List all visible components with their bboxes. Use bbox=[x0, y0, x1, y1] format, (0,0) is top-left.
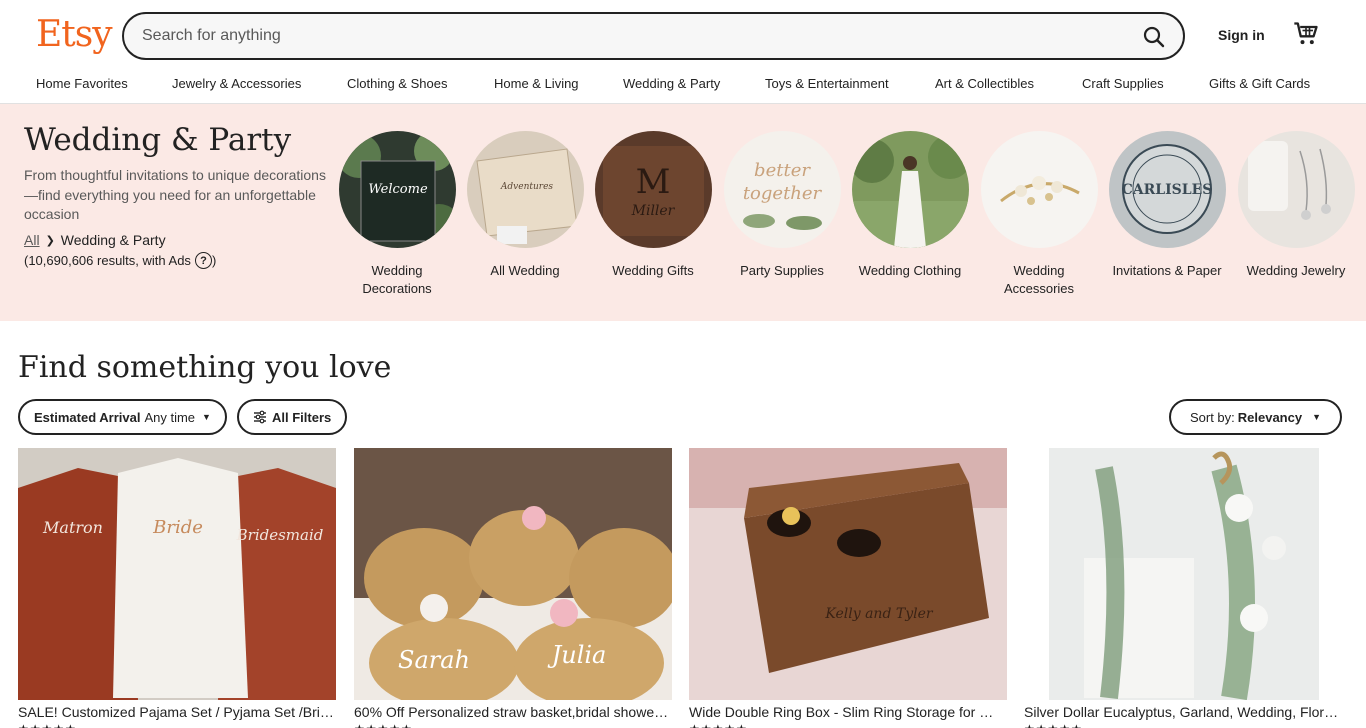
cart-icon bbox=[1294, 22, 1318, 45]
banner-description: From thoughtful invitations to unique de… bbox=[24, 167, 326, 222]
category-wedding-jewelry[interactable]: Wedding Jewelry bbox=[1234, 131, 1358, 280]
listing-image[interactable]: Sarah Julia bbox=[354, 448, 672, 700]
svg-text:together: together bbox=[742, 183, 822, 204]
help-icon[interactable]: ? bbox=[194, 252, 212, 269]
listing-title[interactable]: SALE! Customized Pajama Set / Pyjama Set… bbox=[18, 704, 334, 720]
svg-text:Bride: Bride bbox=[152, 517, 203, 538]
listing-card[interactable]: Silver Dollar Eucalyptus, Garland, Weddi… bbox=[1024, 448, 1342, 728]
results-close: ) bbox=[211, 253, 217, 268]
svg-text:Sarah: Sarah bbox=[398, 646, 470, 674]
sort-label: Sort by: bbox=[1189, 409, 1235, 425]
sort-dropdown[interactable]: Sort by: Relevancy ▼ bbox=[1169, 399, 1342, 435]
category-label: Wedding Clothing bbox=[858, 263, 962, 278]
rating-stars: ★★★★★ bbox=[18, 722, 336, 728]
svg-text:M: M bbox=[635, 162, 670, 202]
category-invitations-paper[interactable]: CARLISLES Invitations & Paper bbox=[1105, 131, 1229, 280]
nav-art-collectibles[interactable]: Art & Collectibles bbox=[935, 76, 1034, 91]
svg-text:Welcome: Welcome bbox=[368, 182, 428, 197]
listing-title[interactable]: Wide Double Ring Box - Slim Ring Storage… bbox=[689, 704, 1005, 720]
results-count: (10,690,606 results, with Ads ? ) bbox=[24, 252, 216, 269]
nav-clothing-shoes[interactable]: Clothing & Shoes bbox=[347, 76, 447, 91]
etsy-logo[interactable]: Etsy bbox=[36, 14, 113, 55]
category-wedding-clothing[interactable]: Wedding Clothing bbox=[848, 131, 972, 280]
sign-in-link[interactable]: Sign in bbox=[1218, 27, 1265, 43]
breadcrumb-all[interactable]: All bbox=[24, 232, 40, 248]
caret-down-icon: ▼ bbox=[1312, 412, 1322, 422]
category-label: Wedding Gifts bbox=[612, 263, 694, 278]
listing-image[interactable]: Kelly and Tyler bbox=[689, 448, 1007, 700]
category-wedding-accessories[interactable]: Wedding Accessories bbox=[977, 131, 1101, 298]
svg-text:Miller: Miller bbox=[630, 203, 675, 219]
search-icon bbox=[1143, 26, 1165, 48]
search-button[interactable] bbox=[1137, 20, 1171, 54]
listing-title[interactable]: 60% Off Personalized straw basket,bridal… bbox=[354, 704, 670, 720]
search-input[interactable] bbox=[142, 24, 1102, 48]
listing-card[interactable]: Kelly and Tyler Wide Double Ring Box - S… bbox=[689, 448, 1007, 728]
category-all-wedding[interactable]: Adventures All Wedding bbox=[463, 131, 587, 280]
category-image: M Miller bbox=[594, 131, 712, 248]
arrival-label: Estimated Arrival bbox=[34, 409, 141, 425]
category-wedding-gifts[interactable]: M Miller Wedding Gifts bbox=[591, 131, 715, 280]
category-image bbox=[1237, 131, 1355, 248]
caret-down-icon: ▼ bbox=[202, 412, 211, 422]
sort-value: Relevancy bbox=[1237, 409, 1303, 425]
category-label: Wedding Jewelry bbox=[1246, 263, 1346, 278]
category-label: Wedding Decorations bbox=[362, 263, 432, 296]
nav-toys-entertainment[interactable]: Toys & Entertainment bbox=[765, 76, 889, 91]
listing-card[interactable]: Sarah Julia 60% Off Personalized straw b… bbox=[354, 448, 672, 728]
category-party-supplies[interactable]: better together Party Supplies bbox=[720, 131, 844, 280]
all-filters-label: All Filters bbox=[272, 409, 332, 425]
rating-stars: ★★★★★ bbox=[1024, 722, 1342, 728]
filter-sliders-icon bbox=[254, 410, 266, 424]
chevron-right-icon: ❯ bbox=[45, 234, 55, 247]
cart-button[interactable] bbox=[1292, 20, 1320, 48]
category-label: All Wedding bbox=[490, 263, 560, 278]
svg-text:Matron: Matron bbox=[42, 518, 103, 537]
results-text: (10,690,606 results, with Ads bbox=[24, 253, 191, 268]
listing-card[interactable]: Matron Bride Bridesmaid SALE! Customized… bbox=[18, 448, 336, 728]
breadcrumb-current: Wedding & Party bbox=[60, 232, 166, 248]
category-image: better together bbox=[723, 131, 841, 248]
listing-title[interactable]: Silver Dollar Eucalyptus, Garland, Weddi… bbox=[1024, 704, 1340, 720]
nav-craft-supplies[interactable]: Craft Supplies bbox=[1082, 76, 1164, 91]
search-bar bbox=[122, 12, 1185, 60]
category-nav: Home Favorites Jewelry & Accessories Clo… bbox=[0, 72, 1366, 98]
svg-text:better: better bbox=[754, 160, 811, 181]
nav-home-living[interactable]: Home & Living bbox=[494, 76, 579, 91]
listing-image[interactable] bbox=[1024, 448, 1342, 700]
nav-home-favorites[interactable]: Home Favorites bbox=[36, 76, 128, 91]
category-label: Party Supplies bbox=[740, 263, 824, 278]
category-label: Invitations & Paper bbox=[1112, 263, 1222, 278]
svg-text:Julia: Julia bbox=[547, 641, 607, 669]
category-image: Welcome bbox=[338, 131, 456, 248]
category-label: Wedding Accessories bbox=[1003, 263, 1075, 296]
category-image: CARLISLES bbox=[1108, 131, 1226, 248]
breadcrumb: All ❯ Wedding & Party bbox=[24, 232, 166, 248]
site-header: Etsy Sign in Home Favorites Jewelry & Ac… bbox=[0, 0, 1366, 104]
nav-gifts-gift-cards[interactable]: Gifts & Gift Cards bbox=[1209, 76, 1310, 91]
svg-text:CARLISLES: CARLISLES bbox=[1121, 182, 1212, 198]
category-wedding-decorations[interactable]: Welcome Wedding Decorations bbox=[335, 131, 459, 298]
nav-wedding-party[interactable]: Wedding & Party bbox=[623, 76, 720, 91]
estimated-arrival-filter[interactable]: Estimated Arrival Any time ▼ bbox=[18, 399, 227, 435]
svg-text:Kelly and Tyler: Kelly and Tyler bbox=[824, 606, 933, 622]
category-banner: Wedding & Party From thoughtful invitati… bbox=[0, 104, 1366, 321]
rating-stars: ★★★★★ bbox=[354, 722, 672, 728]
section-title: Find something you love bbox=[18, 350, 392, 385]
category-image bbox=[980, 131, 1098, 248]
nav-jewelry-accessories[interactable]: Jewelry & Accessories bbox=[172, 76, 301, 91]
all-filters-button[interactable]: All Filters bbox=[237, 399, 348, 435]
svg-text:Bridesmaid: Bridesmaid bbox=[236, 526, 324, 544]
page-title: Wedding & Party bbox=[24, 122, 292, 158]
rating-stars: ★★★★★ bbox=[689, 722, 1007, 728]
arrival-value: Any time bbox=[144, 409, 196, 425]
listing-image[interactable]: Matron Bride Bridesmaid bbox=[18, 448, 336, 700]
svg-text:Adventures: Adventures bbox=[499, 182, 553, 192]
category-image: Adventures bbox=[466, 131, 584, 248]
category-image bbox=[851, 131, 969, 248]
